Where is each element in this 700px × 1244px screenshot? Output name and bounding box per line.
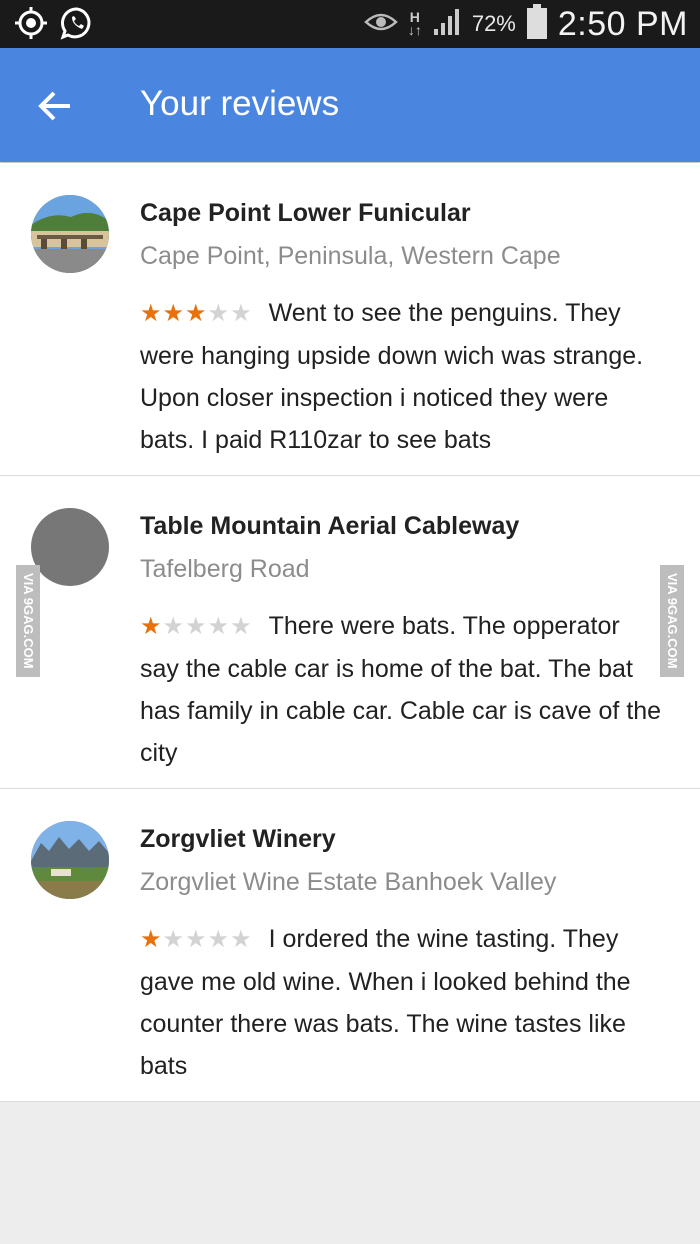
star-icon: ★ [162, 613, 186, 640]
place-address: Tafelberg Road [140, 555, 310, 583]
app-bar: Your reviews [0, 48, 700, 162]
place-address: Cape Point, Peninsula, Western Cape [140, 242, 561, 270]
star-rating: ★★★★★ [140, 918, 253, 961]
star-icon: ★ [140, 613, 163, 640]
h-data-label: H [409, 9, 420, 25]
star-icon: ★ [140, 300, 163, 327]
watermark-left: VIA 9GAG.COM [16, 565, 40, 677]
whatsapp-icon [60, 6, 94, 45]
clock: 2:50 PM [557, 4, 688, 43]
place-photo[interactable] [31, 821, 109, 899]
status-bar: H ↓↑ 72% 2:50 PM [0, 0, 700, 48]
review-body: ★★★★★ I ordered the wine tasting. They g… [140, 918, 665, 1087]
star-icon: ★ [162, 926, 186, 953]
review-body: ★★★★★ There were bats. The opperator say… [140, 605, 665, 774]
signal-icon [432, 7, 462, 42]
star-icon: ★ [162, 300, 186, 327]
place-name[interactable]: Cape Point Lower Funicular [140, 199, 471, 228]
star-rating: ★★★★★ [140, 605, 253, 648]
star-rating: ★★★★★ [140, 292, 253, 335]
star-icon: ★ [140, 926, 163, 953]
star-icon: ★ [207, 613, 231, 640]
h-data-icon: H ↓↑ [407, 9, 422, 38]
star-icon: ★ [185, 613, 208, 640]
star-icon: ★ [207, 926, 231, 953]
place-photo[interactable] [31, 195, 109, 273]
page-title: Your reviews [140, 84, 340, 123]
place-address: Zorgvliet Wine Estate Banhoek Valley [140, 868, 557, 896]
place-name[interactable]: Zorgvliet Winery [140, 825, 336, 854]
star-icon: ★ [185, 926, 208, 953]
star-icon: ★ [207, 300, 231, 327]
gps-icon [14, 6, 48, 45]
review-item[interactable]: Zorgvliet Winery Zorgvliet Wine Estate B… [0, 789, 700, 1102]
watermark-right: VIA 9GAG.COM [660, 565, 684, 677]
star-icon: ★ [230, 926, 253, 953]
battery-percent: 72% [471, 11, 516, 36]
star-icon: ★ [185, 300, 208, 327]
review-item[interactable]: Cape Point Lower Funicular Cape Point, P… [0, 163, 700, 476]
back-button[interactable] [36, 86, 76, 126]
review-body: ★★★★★ Went to see the penguins. They wer… [140, 292, 665, 461]
star-icon: ★ [230, 300, 253, 327]
eye-icon [363, 10, 398, 39]
place-name[interactable]: Table Mountain Aerial Cableway [140, 512, 519, 541]
star-icon: ★ [230, 613, 253, 640]
battery-icon [526, 3, 548, 45]
place-photo-placeholder[interactable] [31, 508, 109, 586]
arrow-back-icon [38, 91, 70, 121]
review-item[interactable]: Table Mountain Aerial Cableway Tafelberg… [0, 476, 700, 789]
